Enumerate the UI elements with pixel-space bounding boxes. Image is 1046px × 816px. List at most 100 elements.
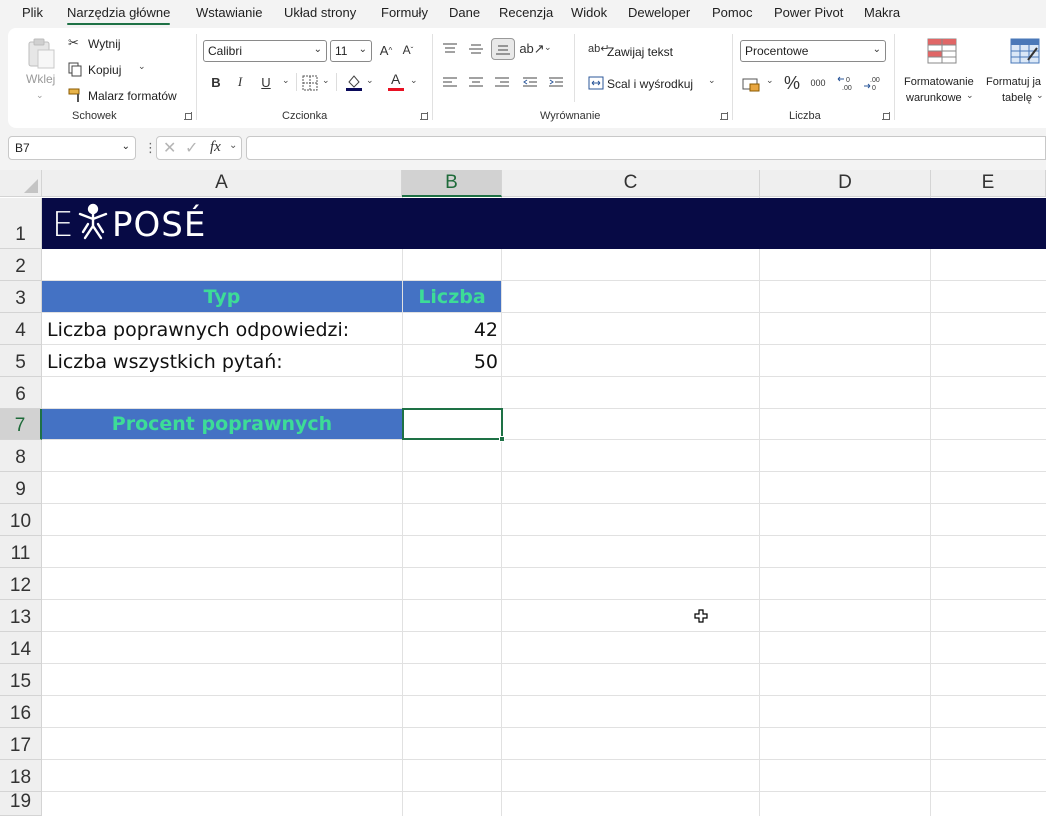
chevron-down-icon[interactable]: ⌄ [544, 42, 552, 53]
gridline [42, 695, 1046, 696]
comma-style-button[interactable]: 000 [808, 73, 828, 93]
cut-button[interactable]: ✂ Wytnij [68, 34, 138, 54]
worksheet-grid[interactable]: A B C D E 1 2 3 4 5 6 7 8 9 10 11 12 13 … [0, 170, 1046, 816]
align-left-icon[interactable] [442, 76, 458, 90]
column-header-d[interactable]: D [760, 170, 931, 197]
align-top-icon[interactable] [442, 42, 458, 56]
align-bottom-button[interactable] [491, 38, 515, 60]
underline-button[interactable]: U [256, 72, 276, 92]
select-all-button[interactable] [0, 170, 42, 197]
tab-formulas[interactable]: Formuły [381, 5, 428, 20]
tab-page-layout[interactable]: Układ strony [284, 5, 356, 20]
column-header-c[interactable]: C [502, 170, 760, 197]
row-header-5[interactable]: 5 [0, 345, 42, 377]
chevron-down-icon[interactable]: ⌄ [366, 75, 374, 86]
tab-review[interactable]: Recenzja [499, 5, 553, 20]
italic-button[interactable]: I [230, 72, 250, 92]
clipboard-launcher-icon[interactable] [184, 112, 192, 120]
cell-b5[interactable]: 50 [404, 351, 498, 373]
tab-developer[interactable]: Deweloper [628, 5, 690, 20]
header-typ[interactable]: Typ [42, 281, 402, 312]
row-header-17[interactable]: 17 [0, 728, 42, 760]
font-size-select[interactable]: 11 ⌄ [330, 40, 372, 62]
decrease-indent-icon[interactable] [522, 76, 538, 90]
font-launcher-icon[interactable] [420, 112, 428, 120]
row-header-7[interactable]: 7 [0, 409, 42, 440]
text-orientation-icon[interactable]: ab↗ [519, 39, 544, 59]
insert-function-button[interactable]: fx [210, 139, 221, 156]
enter-icon[interactable]: ✓ [185, 138, 198, 158]
row-header-16[interactable]: 16 [0, 696, 42, 728]
borders-icon[interactable] [302, 75, 318, 91]
row-header-12[interactable]: 12 [0, 568, 42, 600]
increase-indent-icon[interactable] [548, 76, 564, 90]
row-header-9[interactable]: 9 [0, 472, 42, 504]
format-as-table-button[interactable]: Formatuj ja tabelę ⌄ [984, 34, 1046, 110]
row-header-1[interactable]: 1 [0, 198, 42, 249]
font-name-select[interactable]: Calibri ⌄ [203, 40, 327, 62]
fill-color-icon[interactable] [344, 72, 364, 92]
align-center-icon[interactable] [468, 76, 484, 90]
tab-data[interactable]: Dane [449, 5, 480, 20]
row-header-8[interactable]: 8 [0, 440, 42, 472]
cell-a7[interactable]: Procent poprawnych [42, 409, 402, 439]
row-header-10[interactable]: 10 [0, 504, 42, 536]
column-header-a[interactable]: A [42, 170, 402, 197]
row-header-4[interactable]: 4 [0, 313, 42, 345]
accounting-format-icon[interactable] [742, 76, 760, 92]
number-launcher-icon[interactable] [882, 112, 890, 120]
cell-a5[interactable]: Liczba wszystkich pytań: [47, 351, 283, 373]
chevron-down-icon[interactable]: ⌄ [766, 75, 774, 86]
font-color-icon[interactable]: A [388, 71, 406, 92]
column-header-b[interactable]: B [402, 170, 502, 197]
row-header-19[interactable]: 19 [0, 791, 42, 816]
decrease-font-size-icon[interactable]: Aˇ [398, 40, 418, 60]
format-as-table-icon [1010, 38, 1040, 64]
chevron-down-icon[interactable]: ⌄ [282, 75, 290, 86]
paste-button[interactable]: Wklej ⌄ [20, 34, 60, 104]
row-header-2[interactable]: 2 [0, 249, 42, 281]
tab-insert[interactable]: Wstawianie [196, 5, 262, 20]
alignment-launcher-icon[interactable] [720, 112, 728, 120]
chevron-down-icon[interactable]: ⌄ [229, 140, 237, 151]
number-format-select[interactable]: Procentowe ⌄ [740, 40, 886, 62]
tab-power-pivot[interactable]: Power Pivot [774, 5, 843, 20]
cancel-icon[interactable]: ✕ [163, 138, 176, 158]
column-header-e[interactable]: E [931, 170, 1046, 197]
row-header-6[interactable]: 6 [0, 377, 42, 409]
name-box[interactable]: B7 ⌄ [8, 136, 136, 160]
bold-button[interactable]: B [206, 72, 226, 92]
decrease-decimal-icon[interactable]: .00 0 [862, 74, 882, 92]
row-header-13[interactable]: 13 [0, 600, 42, 632]
tab-file[interactable]: Plik [22, 5, 43, 20]
row-header-14[interactable]: 14 [0, 632, 42, 664]
fill-handle[interactable] [499, 436, 505, 442]
row-header-18[interactable]: 18 [0, 760, 42, 792]
paste-icon [28, 38, 55, 69]
tab-home[interactable]: Narzędzia główne [67, 5, 171, 25]
conditional-formatting-button[interactable]: Formatowanie warunkowe ⌄ [900, 34, 984, 110]
increase-font-size-icon[interactable]: A ^ [376, 40, 396, 60]
tab-help[interactable]: Pomoc [712, 5, 752, 20]
row-header-15[interactable]: 15 [0, 664, 42, 696]
chevron-down-icon[interactable]: ⌄ [410, 75, 418, 86]
increase-decimal-icon[interactable]: .00 0 [836, 74, 856, 92]
cell-a4[interactable]: Liczba poprawnych odpowiedzi: [47, 319, 349, 341]
merge-center-button[interactable]: Scal i wyśrodkuj ⌄ [586, 74, 726, 94]
percent-style-button[interactable]: % [782, 73, 802, 93]
chevron-down-icon: ⌄ [708, 75, 716, 85]
formula-input[interactable] [246, 136, 1046, 160]
row-header-3[interactable]: 3 [0, 281, 42, 313]
active-cell-b7[interactable] [402, 408, 503, 440]
format-painter-button[interactable]: Malarz formatów [68, 86, 188, 106]
copy-button[interactable]: Kopiuj ⌄ [68, 60, 158, 80]
tab-view[interactable]: Widok [571, 5, 607, 20]
header-liczba[interactable]: Liczba [403, 281, 501, 312]
cell-b4[interactable]: 42 [404, 319, 498, 341]
tab-macros[interactable]: Makra [864, 5, 900, 20]
row-header-11[interactable]: 11 [0, 536, 42, 568]
wrap-text-button[interactable]: ab↵ Zawijaj tekst [586, 42, 696, 62]
align-middle-icon[interactable] [468, 42, 484, 56]
align-right-icon[interactable] [494, 76, 510, 90]
chevron-down-icon[interactable]: ⌄ [322, 75, 330, 86]
